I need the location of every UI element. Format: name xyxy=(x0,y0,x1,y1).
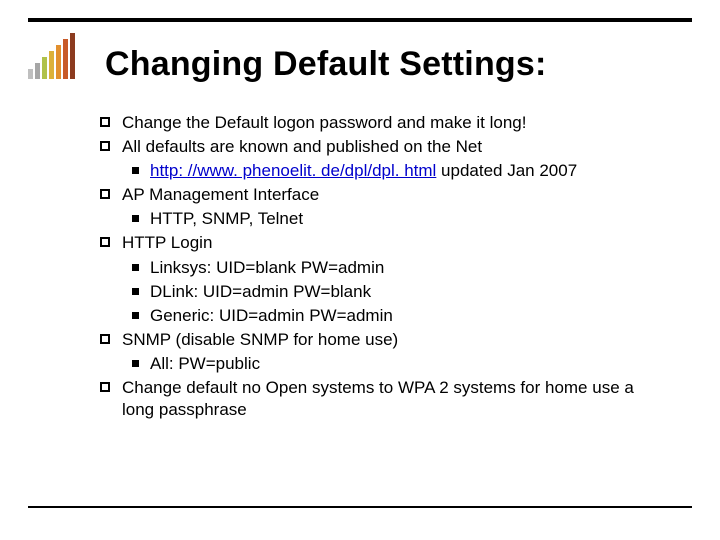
bullet-level-1: SNMP (disable SNMP for home use) xyxy=(100,329,670,351)
bullet-level-1: Change the Default logon password and ma… xyxy=(100,112,670,134)
bullet-text: Change default no Open systems to WPA 2 … xyxy=(122,378,634,419)
slide-title: Changing Default Settings: xyxy=(105,46,680,83)
bullet-level-1: HTTP Login xyxy=(100,232,670,254)
bullet-level-2: Linksys: UID=blank PW=admin xyxy=(100,257,670,279)
bar xyxy=(49,51,54,79)
bullet-text: HTTP Login xyxy=(122,233,212,252)
bullet-level-1: AP Management Interface xyxy=(100,184,670,206)
bullet-text: Linksys: UID=blank PW=admin xyxy=(150,258,384,277)
decorative-bars xyxy=(28,33,75,79)
bullet-list: Change the Default logon password and ma… xyxy=(100,112,670,423)
bullet-text: DLink: UID=admin PW=blank xyxy=(150,282,371,301)
bar xyxy=(42,57,47,79)
bullet-level-2: All: PW=public xyxy=(100,353,670,375)
bar xyxy=(35,63,40,79)
bar xyxy=(70,33,75,79)
bullet-text: AP Management Interface xyxy=(122,185,319,204)
bullet-level-2: http: //www. phenoelit. de/dpl/dpl. html… xyxy=(100,160,670,182)
bullet-text: SNMP (disable SNMP for home use) xyxy=(122,330,398,349)
hyperlink[interactable]: http: //www. phenoelit. de/dpl/dpl. html xyxy=(150,161,436,180)
bullet-text: updated Jan 2007 xyxy=(436,161,577,180)
bullet-text: All: PW=public xyxy=(150,354,260,373)
bullet-level-2: Generic: UID=admin PW=admin xyxy=(100,305,670,327)
bottom-rule xyxy=(28,506,692,508)
bullet-level-1: Change default no Open systems to WPA 2 … xyxy=(100,377,670,421)
bullet-text: All defaults are known and published on … xyxy=(122,137,482,156)
bullet-text: Change the Default logon password and ma… xyxy=(122,113,526,132)
bar xyxy=(63,39,68,79)
top-rule xyxy=(28,18,692,22)
bullet-level-1: All defaults are known and published on … xyxy=(100,136,670,158)
bullet-level-2: DLink: UID=admin PW=blank xyxy=(100,281,670,303)
bar xyxy=(28,69,33,79)
bullet-text: Generic: UID=admin PW=admin xyxy=(150,306,393,325)
bullet-text: HTTP, SNMP, Telnet xyxy=(150,209,303,228)
bullet-level-2: HTTP, SNMP, Telnet xyxy=(100,208,670,230)
bar xyxy=(56,45,61,79)
